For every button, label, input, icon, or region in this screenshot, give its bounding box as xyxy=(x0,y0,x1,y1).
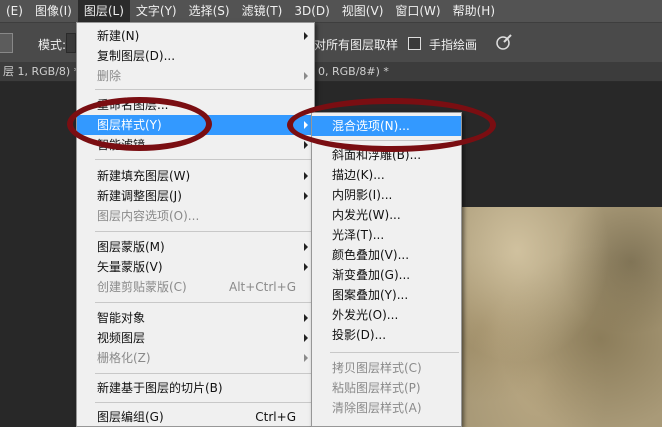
shortcut-label: Alt+Ctrl+G xyxy=(228,280,296,294)
menu-item-label: 栅格化(Z) xyxy=(97,351,151,365)
menu-item-label: 清除图层样式(A) xyxy=(332,401,422,415)
layer-menu-dropdown: 新建(N) 复制图层(D)... 删除 重命名图层... 图层样式(Y) 智能滤… xyxy=(76,22,315,427)
menu-item-label: 外发光(O)... xyxy=(332,308,399,322)
submenu-arrow-icon xyxy=(304,263,308,271)
menu-separator xyxy=(95,373,312,374)
menu-item-label: 粘贴图层样式(P) xyxy=(332,381,421,395)
menu-type[interactable]: 文字(Y) xyxy=(130,0,183,22)
menu-item-new-fill-layer[interactable]: 新建填充图层(W) xyxy=(77,166,314,186)
menu-item-label: 复制图层(D)... xyxy=(97,49,176,63)
menu-item-label: 新建基于图层的切片(B) xyxy=(97,381,223,395)
document-tab-1[interactable]: 层 1, RGB/8) * xyxy=(0,62,79,82)
menu-separator xyxy=(95,402,312,403)
menu-item-label: 智能对象 xyxy=(97,311,146,325)
menu-separator xyxy=(330,352,459,353)
menu-item-inner-glow[interactable]: 内发光(W)... xyxy=(312,205,461,225)
menu-item-label: 光泽(T)... xyxy=(332,228,385,242)
menu-separator xyxy=(95,231,312,232)
menu-separator xyxy=(95,89,312,90)
submenu-arrow-icon xyxy=(304,314,308,322)
menu-item-duplicate-layer[interactable]: 复制图层(D)... xyxy=(77,46,314,66)
menu-separator xyxy=(95,159,312,160)
submenu-arrow-icon xyxy=(304,72,308,80)
document-tab-2[interactable]: 0, RGB/8#) * xyxy=(318,62,389,82)
annotation-oval-layer-style xyxy=(67,97,212,151)
menu-item-label: 颜色叠加(V)... xyxy=(332,248,410,262)
menu-item-drop-shadow[interactable]: 投影(D)... xyxy=(312,325,461,345)
submenu-arrow-icon xyxy=(304,354,308,362)
menu-item-label: 图层蒙版(M) xyxy=(97,240,165,254)
mode-dropdown[interactable] xyxy=(66,33,76,53)
submenu-arrow-icon xyxy=(304,192,308,200)
menu-item-group-layers[interactable]: 图层编组(G) Ctrl+G xyxy=(77,407,314,427)
menu-3d[interactable]: 3D(D) xyxy=(288,0,335,22)
menu-item-outer-glow[interactable]: 外发光(O)... xyxy=(312,305,461,325)
menu-item-label: 新建调整图层(J) xyxy=(97,189,182,203)
menu-item-label: 创建剪贴蒙版(C) xyxy=(97,280,187,294)
menu-item-label: 图层编组(G) xyxy=(97,410,164,424)
menu-item-label: 矢量蒙版(V) xyxy=(97,260,163,274)
pressure-brush-icon[interactable] xyxy=(494,32,514,52)
menu-image[interactable]: 图像(I) xyxy=(29,0,78,22)
menu-item-label: 视频图层 xyxy=(97,331,146,345)
menu-item-label: 内阴影(I)... xyxy=(332,188,393,202)
menu-select[interactable]: 选择(S) xyxy=(183,0,236,22)
menu-item-label: 图案叠加(Y)... xyxy=(332,288,409,302)
shortcut-label: Ctrl+G xyxy=(255,410,296,424)
menu-item-inner-shadow[interactable]: 内阴影(I)... xyxy=(312,185,461,205)
submenu-arrow-icon xyxy=(304,334,308,342)
menu-item-new-adjustment-layer[interactable]: 新建调整图层(J) xyxy=(77,186,314,206)
menu-item-label: 投影(D)... xyxy=(332,328,387,342)
menu-item-video-layers[interactable]: 视频图层 xyxy=(77,328,314,348)
menu-item-rasterize[interactable]: 栅格化(Z) xyxy=(77,348,314,368)
menu-item-delete[interactable]: 删除 xyxy=(77,66,314,86)
layer-style-submenu: 混合选项(N)... 斜面和浮雕(B)... 描边(K)... 内阴影(I)..… xyxy=(311,112,462,427)
menu-item-label: 图层内容选项(O)... xyxy=(97,209,200,223)
menu-item-label: 渐变叠加(G)... xyxy=(332,268,411,282)
finger-paint-checkbox[interactable] xyxy=(408,37,421,50)
submenu-arrow-icon xyxy=(304,32,308,40)
submenu-arrow-icon xyxy=(304,172,308,180)
menu-bar: (E) 图像(I) 图层(L) 文字(Y) 选择(S) 滤镜(T) 3D(D) … xyxy=(0,0,662,22)
menu-item-color-overlay[interactable]: 颜色叠加(V)... xyxy=(312,245,461,265)
submenu-arrow-icon xyxy=(304,141,308,149)
menu-item-gradient-overlay[interactable]: 渐变叠加(G)... xyxy=(312,265,461,285)
menu-item-label: 新建填充图层(W) xyxy=(97,169,191,183)
menu-item-clear-layer-style[interactable]: 清除图层样式(A) xyxy=(312,398,461,418)
menu-item-label: 删除 xyxy=(97,69,122,83)
menu-window[interactable]: 窗口(W) xyxy=(389,0,446,22)
menu-view[interactable]: 视图(V) xyxy=(336,0,390,22)
menu-item-layer-mask[interactable]: 图层蒙版(M) xyxy=(77,237,314,257)
annotation-oval-blending-options xyxy=(287,98,496,152)
mode-label: 模式: xyxy=(38,38,67,52)
menu-filter[interactable]: 滤镜(T) xyxy=(236,0,289,22)
menu-help[interactable]: 帮助(H) xyxy=(447,0,501,22)
menu-item-new[interactable]: 新建(N) xyxy=(77,26,314,46)
sample-all-layers-label: 对所有图层取样 xyxy=(314,38,399,52)
finger-paint-label: 手指绘画 xyxy=(429,38,478,52)
menu-item-stroke[interactable]: 描边(K)... xyxy=(312,165,461,185)
menu-item-pattern-overlay[interactable]: 图案叠加(Y)... xyxy=(312,285,461,305)
menu-item-label: 描边(K)... xyxy=(332,168,385,182)
submenu-arrow-icon xyxy=(304,243,308,251)
menu-item-smart-objects[interactable]: 智能对象 xyxy=(77,308,314,328)
menu-item-copy-layer-style[interactable]: 拷贝图层样式(C) xyxy=(312,358,461,378)
menu-separator xyxy=(95,302,312,303)
menu-item-label: 新建(N) xyxy=(97,29,140,43)
menu-item-label: 内发光(W)... xyxy=(332,208,401,222)
tool-preset-icon[interactable] xyxy=(0,33,13,53)
menu-item-label: 拷贝图层样式(C) xyxy=(332,361,422,375)
menu-item-satin[interactable]: 光泽(T)... xyxy=(312,225,461,245)
menu-item-vector-mask[interactable]: 矢量蒙版(V) xyxy=(77,257,314,277)
menu-item-create-clipping-mask[interactable]: 创建剪贴蒙版(C) Alt+Ctrl+G xyxy=(77,277,314,297)
menu-item-layer-content-options[interactable]: 图层内容选项(O)... xyxy=(77,206,314,226)
menu-item-paste-layer-style[interactable]: 粘贴图层样式(P) xyxy=(312,378,461,398)
menu-edit[interactable]: (E) xyxy=(0,0,29,22)
stone-texture-image xyxy=(455,207,662,427)
menu-item-new-layer-based-slice[interactable]: 新建基于图层的切片(B) xyxy=(77,378,314,398)
menu-layer[interactable]: 图层(L) xyxy=(77,0,130,22)
